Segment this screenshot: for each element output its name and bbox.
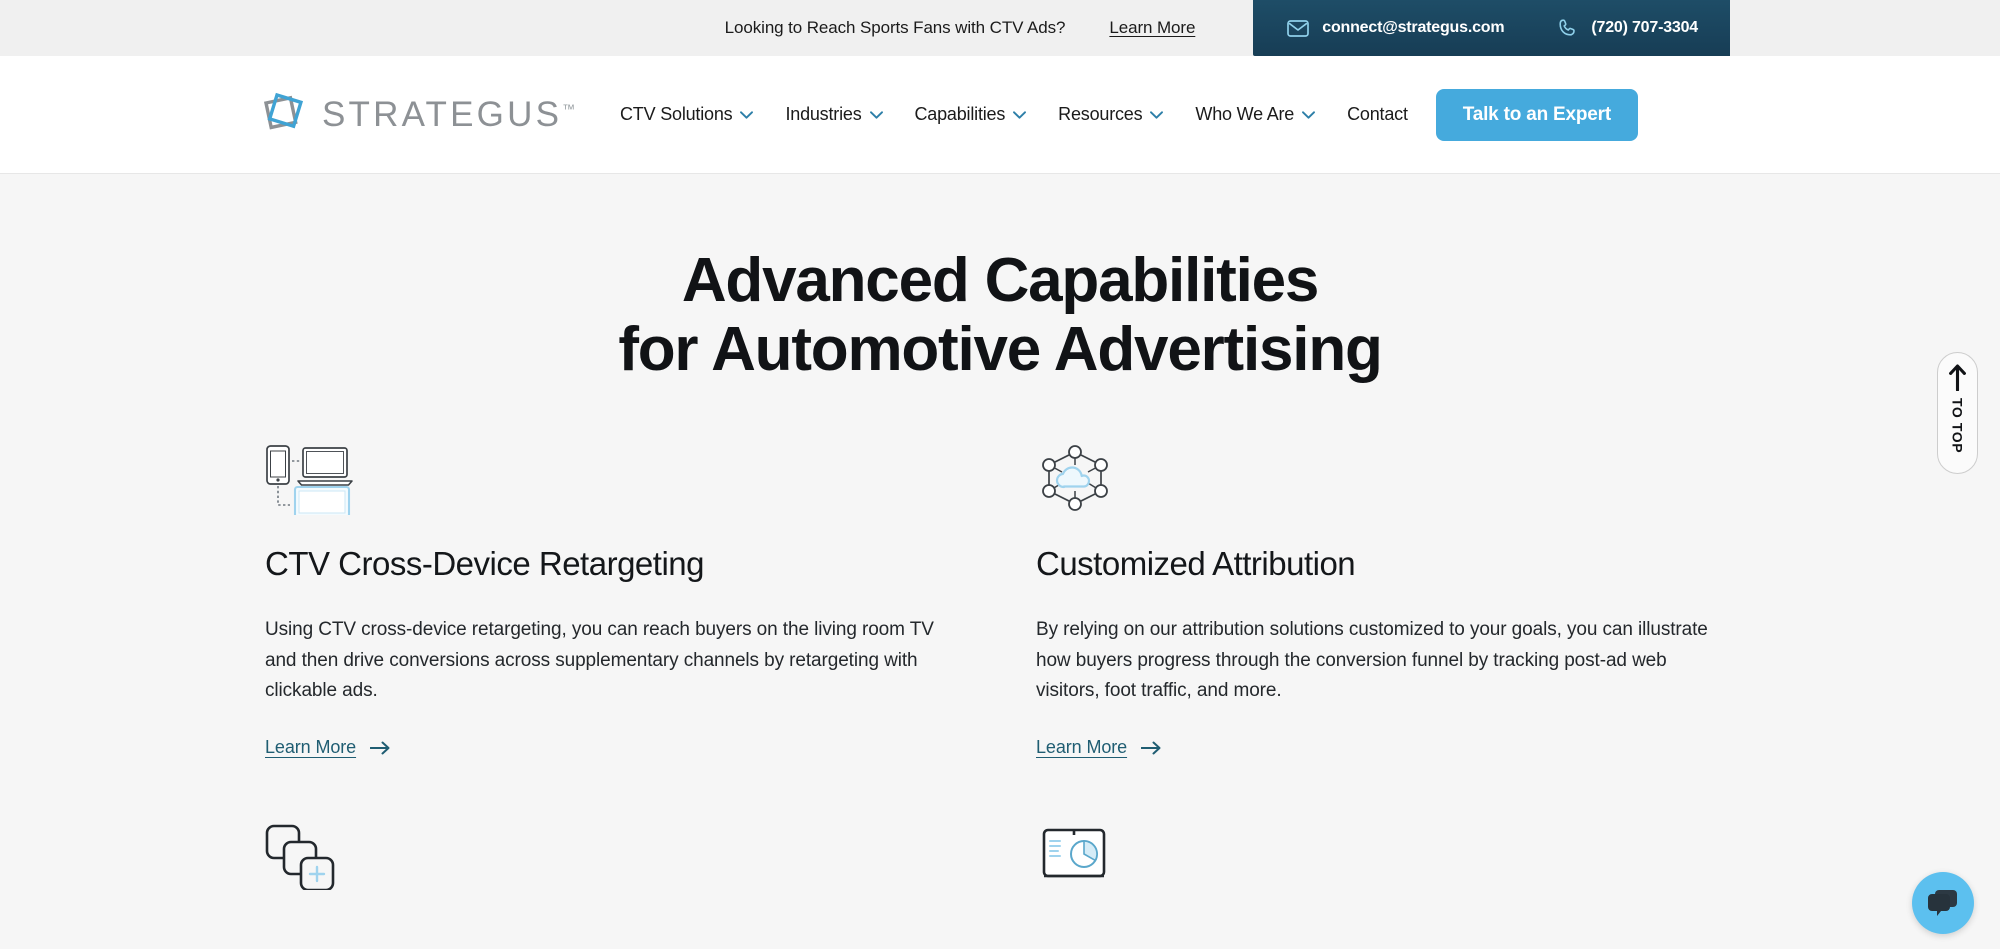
site-logo[interactable]: STRATEGUS™ <box>262 92 578 138</box>
main-navigation: CTV Solutions Industries Capabilities Re… <box>620 104 1408 125</box>
promo-text: Looking to Reach Sports Fans with CTV Ad… <box>725 18 1066 38</box>
nav-label: CTV Solutions <box>620 104 732 125</box>
strategus-diamond-logo-icon <box>262 92 308 138</box>
chevron-down-icon <box>1150 111 1163 119</box>
back-to-top-button[interactable]: TO TOP <box>1937 352 1978 474</box>
promo-group: Looking to Reach Sports Fans with CTV Ad… <box>725 18 1196 38</box>
nav-item-capabilities[interactable]: Capabilities <box>915 104 1027 125</box>
chevron-down-icon <box>1013 111 1026 119</box>
envelope-icon <box>1287 20 1309 37</box>
capability-card-title: Customized Attribution <box>1036 545 1735 583</box>
chevron-down-icon <box>740 111 753 119</box>
logo-trademark: ™ <box>562 101 578 116</box>
learn-more-label: Learn More <box>1036 737 1127 758</box>
capability-card-body: By relying on our attribution solutions … <box>1036 615 1735 707</box>
phone-icon <box>1558 18 1578 38</box>
promo-learn-more-link[interactable]: Learn More <box>1109 18 1195 38</box>
chevron-down-icon <box>1302 111 1315 119</box>
learn-more-link[interactable]: Learn More <box>265 737 390 758</box>
capability-card-customized-attribution: Customized Attribution By relying on our… <box>1036 443 1735 758</box>
nav-item-contact[interactable]: Contact <box>1347 104 1408 125</box>
nav-item-industries[interactable]: Industries <box>785 104 882 125</box>
arrow-right-icon <box>370 741 390 755</box>
capability-card-third <box>265 818 964 922</box>
nav-label: Industries <box>785 104 861 125</box>
logo-wordmark: STRATEGUS™ <box>322 95 578 135</box>
email-link[interactable]: connect@strategus.com <box>1287 19 1504 37</box>
talk-to-an-expert-button[interactable]: Talk to an Expert <box>1436 89 1638 141</box>
stacked-screens-icon <box>265 818 964 890</box>
chat-bubbles-icon <box>1927 888 1960 918</box>
phone-text: (720) 707-3304 <box>1591 19 1698 37</box>
arrow-right-icon <box>1141 741 1161 755</box>
chevron-down-icon <box>870 111 883 119</box>
learn-more-link[interactable]: Learn More <box>1036 737 1161 758</box>
contact-bar: connect@strategus.com (720) 707-3304 <box>1253 0 1730 56</box>
capability-card-body: Using CTV cross-device retargeting, you … <box>265 615 964 707</box>
capability-card-ctv-cross-device-retargeting: CTV Cross-Device Retargeting Using CTV c… <box>265 443 964 758</box>
nav-label: Who We Are <box>1195 104 1294 125</box>
arrow-up-icon <box>1949 364 1966 391</box>
announcement-bar: Looking to Reach Sports Fans with CTV Ad… <box>0 0 2000 56</box>
dashboard-pie-chart-icon <box>1036 818 1735 890</box>
nav-label: Capabilities <box>915 104 1006 125</box>
chat-widget-button[interactable] <box>1912 872 1974 934</box>
nav-item-resources[interactable]: Resources <box>1058 104 1163 125</box>
site-header: STRATEGUS™ CTV Solutions Industries Capa… <box>0 56 2000 174</box>
nav-label: Resources <box>1058 104 1142 125</box>
page-title: Advanced Capabilities for Automotive Adv… <box>0 174 2000 385</box>
back-to-top-label: TO TOP <box>1950 398 1966 453</box>
network-cloud-attribution-icon <box>1036 443 1735 515</box>
email-text: connect@strategus.com <box>1322 19 1504 37</box>
nav-label: Contact <box>1347 104 1408 125</box>
learn-more-label: Learn More <box>265 737 356 758</box>
page-title-line-2: for Automotive Advertising <box>0 315 2000 384</box>
capabilities-grid: CTV Cross-Device Retargeting Using CTV c… <box>265 385 1735 922</box>
capability-card-fourth <box>1036 818 1735 922</box>
phone-link[interactable]: (720) 707-3304 <box>1558 18 1698 38</box>
capability-card-title: CTV Cross-Device Retargeting <box>265 545 964 583</box>
nav-item-ctv-solutions[interactable]: CTV Solutions <box>620 104 753 125</box>
page-content: Advanced Capabilities for Automotive Adv… <box>0 174 2000 948</box>
nav-item-who-we-are[interactable]: Who We Are <box>1195 104 1315 125</box>
cross-device-retargeting-icon <box>265 443 964 515</box>
page-title-line-1: Advanced Capabilities <box>0 246 2000 315</box>
